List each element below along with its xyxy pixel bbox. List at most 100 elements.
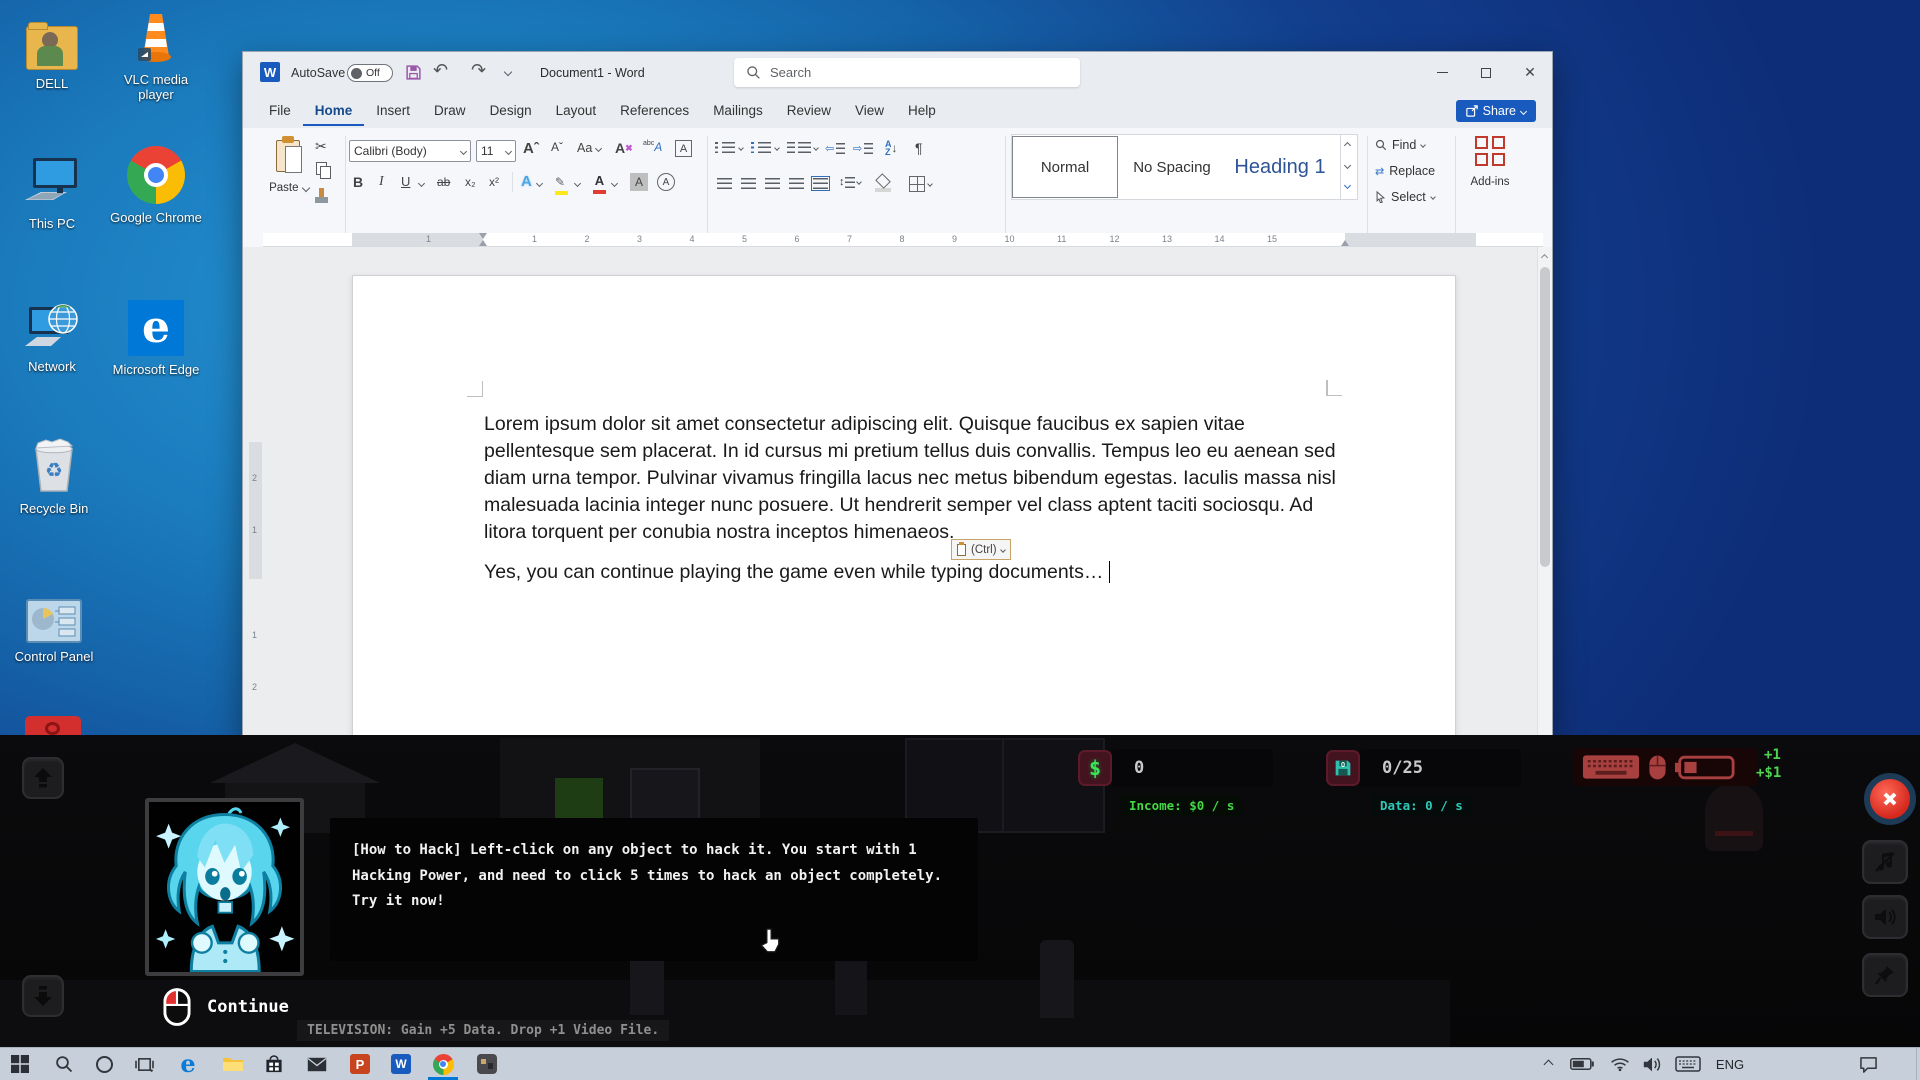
document-paragraph-1[interactable]: Lorem ipsum dolor sit amet consectetur a… (484, 411, 1344, 546)
taskbar-chrome[interactable] (423, 1048, 463, 1080)
desktop-icon-control-panel[interactable]: Control Panel (2, 585, 106, 664)
distributed-icon[interactable] (813, 178, 828, 189)
redo-icon[interactable]: ↷ (471, 60, 486, 81)
tab-view[interactable]: View (843, 95, 896, 126)
mouse-upgrade-icon[interactable] (1648, 754, 1667, 781)
show-desktop-button[interactable] (1916, 1048, 1920, 1080)
taskbar-mail[interactable] (297, 1048, 337, 1080)
tray-touch-keyboard[interactable] (1668, 1048, 1708, 1080)
borders-icon[interactable] (909, 176, 932, 192)
font-color-arrow[interactable] (611, 180, 618, 187)
desktop-icon-this-pc[interactable]: This PC (0, 152, 104, 231)
tab-mailings[interactable]: Mailings (701, 95, 775, 126)
task-view-button[interactable] (124, 1048, 164, 1080)
taskbar-file-explorer[interactable] (213, 1048, 253, 1080)
increase-indent-icon[interactable]: ⇨ (853, 142, 873, 155)
taskbar-search-button[interactable] (44, 1048, 84, 1080)
vertical-scrollbar[interactable] (1537, 247, 1552, 741)
sort-icon[interactable]: AZ↓ (885, 140, 898, 156)
subscript-icon[interactable]: x₂ (465, 175, 476, 189)
highlight-arrow[interactable] (574, 180, 581, 187)
align-left-icon[interactable] (717, 178, 732, 189)
font-color-icon[interactable]: A (593, 172, 606, 194)
phonetic-guide-icon[interactable]: abcA (643, 140, 662, 154)
tab-references[interactable]: References (608, 95, 701, 126)
desktop-icon-edge[interactable]: e Microsoft Edge (104, 298, 208, 377)
grow-font-icon[interactable]: Aˆ (523, 140, 539, 157)
clear-formatting-icon[interactable]: A✖ (615, 140, 633, 156)
bullets-icon[interactable] (715, 142, 743, 153)
game-close-button[interactable] (1864, 773, 1916, 825)
document-paragraph-2[interactable]: Yes, you can continue playing the game e… (484, 559, 1344, 586)
horizontal-ruler[interactable]: 1123456789101112131415 (263, 233, 1543, 247)
share-button[interactable]: Share (1456, 100, 1536, 122)
tab-insert[interactable]: Insert (364, 95, 422, 126)
save-icon[interactable] (405, 64, 422, 86)
music-toggle-button[interactable] (1862, 840, 1908, 884)
vertical-ruler[interactable]: 21123456 (249, 442, 263, 741)
document-page[interactable]: Lorem ipsum dolor sit amet consectetur a… (352, 275, 1456, 741)
align-right-icon[interactable] (765, 178, 780, 189)
tab-home[interactable]: Home (303, 95, 365, 126)
start-button[interactable] (0, 1048, 40, 1080)
tray-language[interactable]: ENG (1706, 1048, 1754, 1080)
desktop-icon-chrome[interactable]: Google Chrome (104, 146, 208, 225)
pin-toggle-button[interactable] (1862, 953, 1908, 997)
desktop-icon-network[interactable]: Network (0, 295, 104, 374)
highlight-icon[interactable]: ✎ (555, 173, 568, 195)
keyboard-upgrade-icon[interactable] (1582, 754, 1640, 780)
styles-scroll-down[interactable] (1344, 162, 1351, 169)
text-effects-arrow[interactable] (536, 180, 543, 187)
scroll-down-button[interactable] (22, 975, 64, 1017)
first-line-indent-marker[interactable] (479, 233, 487, 239)
word-titlebar[interactable]: W AutoSave Off ↶ ↷ Document1 - Word Sear… (243, 52, 1552, 93)
change-case-icon[interactable]: Aa (577, 141, 601, 155)
taskbar-word[interactable]: W (381, 1048, 421, 1080)
tab-draw[interactable]: Draw (422, 95, 478, 126)
copy-icon[interactable] (316, 162, 327, 175)
format-painter-icon[interactable] (315, 188, 328, 203)
enclose-characters-icon[interactable]: A (657, 173, 675, 191)
select-button[interactable]: Select (1375, 190, 1435, 204)
tab-help[interactable]: Help (896, 95, 948, 126)
taskbar-game[interactable] (467, 1048, 507, 1080)
sound-toggle-button[interactable] (1862, 895, 1908, 939)
taskbar-powerpoint[interactable]: P (340, 1048, 380, 1080)
styles-scroll-up[interactable] (1344, 142, 1351, 149)
desktop-icon-recycle-bin[interactable]: ♻ Recycle Bin (2, 437, 106, 516)
tray-volume[interactable] (1632, 1048, 1672, 1080)
paste-button[interactable]: Paste (269, 136, 309, 230)
line-spacing-icon[interactable]: ↕ (839, 176, 861, 188)
style-no-spacing[interactable]: No Spacing (1118, 136, 1226, 198)
justify-icon[interactable] (789, 178, 804, 189)
undo-icon[interactable]: ↶ (433, 60, 448, 81)
underline-arrow[interactable] (418, 180, 425, 187)
maximize-button[interactable] (1464, 52, 1508, 93)
style-heading1[interactable]: Heading 1 (1226, 136, 1334, 198)
scrollbar-thumb[interactable] (1540, 267, 1550, 567)
align-center-icon[interactable] (741, 178, 756, 189)
decrease-indent-icon[interactable]: ⇦ (825, 142, 845, 155)
styles-more[interactable] (1344, 182, 1351, 189)
continue-button[interactable]: Continue (163, 988, 289, 1026)
autosave-toggle[interactable]: Off (347, 64, 393, 82)
tab-review[interactable]: Review (775, 95, 843, 126)
strikethrough-icon[interactable]: ab (437, 175, 450, 189)
search-input[interactable]: Search (734, 58, 1080, 87)
right-indent-marker[interactable] (1341, 240, 1349, 246)
superscript-icon[interactable]: x² (489, 175, 499, 189)
bold-icon[interactable]: B (353, 174, 363, 190)
style-normal[interactable]: Normal (1012, 136, 1118, 198)
battery-upgrade-icon[interactable] (1675, 755, 1735, 780)
character-shading-icon[interactable]: A (630, 173, 648, 191)
desktop-icon-red-partial[interactable] (25, 716, 81, 735)
text-effects-icon[interactable]: A (521, 173, 532, 190)
scrollbar-up-arrow[interactable] (1541, 254, 1548, 261)
shading-icon[interactable] (875, 176, 891, 192)
shrink-font-icon[interactable]: Aˇ (551, 140, 563, 154)
qat-more-icon[interactable] (504, 68, 512, 76)
close-button[interactable]: ✕ (1508, 52, 1552, 93)
addins-icon[interactable] (1475, 136, 1505, 166)
numbering-icon[interactable] (751, 142, 779, 153)
tab-design[interactable]: Design (478, 95, 544, 126)
